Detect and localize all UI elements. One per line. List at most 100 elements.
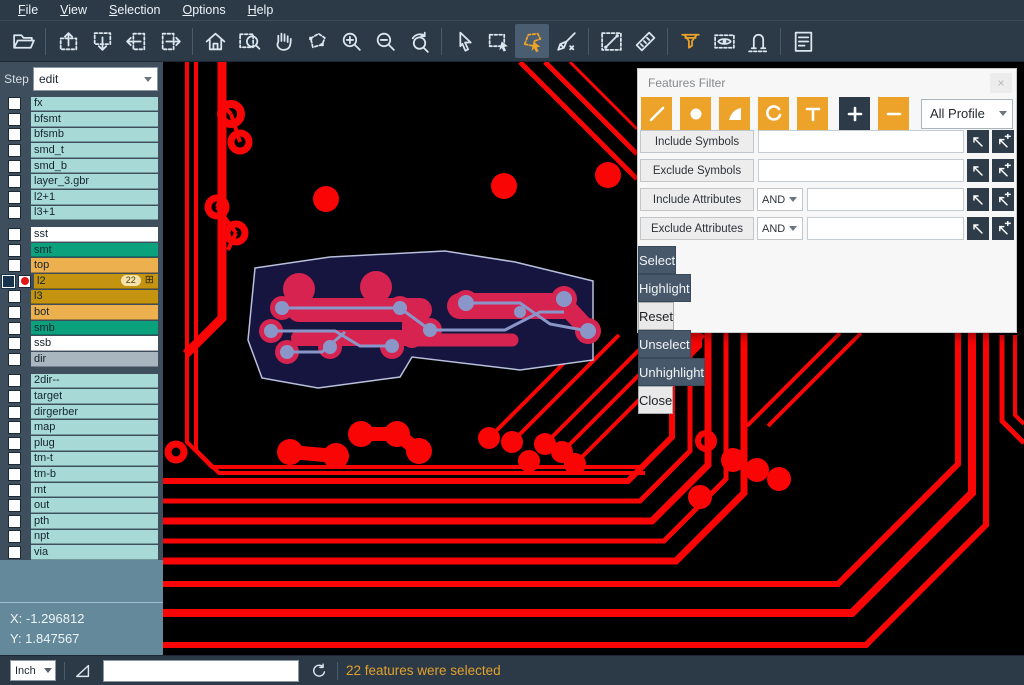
- layer-name-cell[interactable]: fx: [31, 97, 158, 112]
- layer-row[interactable]: 2dir--: [0, 373, 158, 389]
- layer-name-cell[interactable]: top: [31, 258, 158, 273]
- layer-visibility-checkbox[interactable]: [8, 322, 21, 335]
- zoom-out-button[interactable]: [368, 24, 402, 58]
- layer-name-cell[interactable]: smt: [31, 243, 158, 258]
- layer-visibility-checkbox[interactable]: [8, 306, 21, 319]
- transfer-right-button[interactable]: [153, 24, 187, 58]
- pick-from-canvas-button[interactable]: [967, 217, 989, 240]
- dialog-action-button[interactable]: Select: [638, 246, 676, 274]
- layer-name-cell[interactable]: bfsmt: [31, 112, 158, 127]
- layer-visibility-checkbox[interactable]: [8, 390, 21, 403]
- layer-name-cell[interactable]: sst: [31, 227, 158, 242]
- layer-row[interactable]: bot: [0, 305, 158, 321]
- surface-feature-button[interactable]: [719, 97, 750, 130]
- layer-row[interactable]: ssb: [0, 336, 158, 352]
- layer-visibility-checkbox[interactable]: [8, 191, 21, 204]
- filter-row-label-button[interactable]: Exclude Attributes: [640, 217, 754, 240]
- layer-visibility-checkbox[interactable]: [8, 499, 21, 512]
- menu-item[interactable]: View: [50, 0, 97, 20]
- layer-row[interactable]: smt: [0, 242, 158, 258]
- open-button[interactable]: [6, 24, 40, 58]
- layer-name-cell[interactable]: map: [31, 420, 158, 435]
- layer-visibility-checkbox[interactable]: [8, 144, 21, 157]
- layer-visibility-checkbox[interactable]: [8, 290, 21, 303]
- layer-name-cell[interactable]: l2+1: [31, 190, 158, 205]
- layer-visibility-checkbox[interactable]: [8, 175, 21, 188]
- layer-row[interactable]: top: [0, 258, 158, 274]
- layer-visibility-checkbox[interactable]: [2, 275, 15, 288]
- layer-visibility-checkbox[interactable]: [8, 515, 21, 528]
- layer-row[interactable]: pth: [0, 513, 158, 529]
- layer-row[interactable]: target: [0, 389, 158, 405]
- pick-from-canvas-button[interactable]: [967, 159, 989, 182]
- layer-visibility-checkbox[interactable]: [8, 421, 21, 434]
- filter-value-input[interactable]: [807, 188, 964, 211]
- layer-visibility-checkbox[interactable]: [8, 546, 21, 559]
- layer-name-cell[interactable]: l2 22: [34, 274, 158, 289]
- layer-row[interactable]: layer_3.gbr: [0, 174, 158, 190]
- layer-name-cell[interactable]: ssb: [31, 336, 158, 351]
- menu-item[interactable]: Help: [238, 0, 284, 20]
- layer-row[interactable]: npt: [0, 529, 158, 545]
- layer-name-cell[interactable]: mt: [31, 483, 158, 498]
- layer-row[interactable]: plug: [0, 435, 158, 451]
- layer-name-cell[interactable]: tm-b: [31, 467, 158, 482]
- layer-row[interactable]: map: [0, 420, 158, 436]
- filter-value-input[interactable]: [758, 130, 964, 153]
- layer-row[interactable]: smd_b: [0, 158, 158, 174]
- layer-name-cell[interactable]: layer_3.gbr: [31, 174, 158, 189]
- layer-row[interactable]: bfsmt: [0, 112, 158, 128]
- layer-name-cell[interactable]: plug: [31, 436, 158, 451]
- profile-select[interactable]: All Profile: [921, 99, 1013, 129]
- ruler-button[interactable]: [628, 24, 662, 58]
- home-view-button[interactable]: [198, 24, 232, 58]
- filter-row-label-button[interactable]: Include Symbols: [640, 130, 754, 153]
- remove-mode-button[interactable]: [878, 97, 909, 130]
- layer-visibility-checkbox[interactable]: [8, 437, 21, 450]
- dialog-action-button[interactable]: Highlight: [638, 274, 691, 302]
- measure-line-button[interactable]: [594, 24, 628, 58]
- layer-name-cell[interactable]: tm-t: [31, 452, 158, 467]
- layer-row[interactable]: bfsmb: [0, 127, 158, 143]
- layer-row[interactable]: mt: [0, 482, 158, 498]
- pick-add-button[interactable]: [992, 188, 1014, 211]
- layer-visibility-checkbox[interactable]: [8, 353, 21, 366]
- layer-name-cell[interactable]: smb: [31, 321, 158, 336]
- pick-add-button[interactable]: [992, 217, 1014, 240]
- menu-item[interactable]: Selection: [99, 0, 170, 20]
- layer-name-cell[interactable]: bfsmb: [31, 128, 158, 143]
- layer-name-cell[interactable]: target: [31, 389, 158, 404]
- clear-highlight-button[interactable]: [549, 24, 583, 58]
- layer-name-cell[interactable]: smd_t: [31, 143, 158, 158]
- and-or-select[interactable]: AND: [757, 217, 803, 240]
- features-filter-button[interactable]: [673, 24, 707, 58]
- layer-visibility-checkbox[interactable]: [8, 452, 21, 465]
- layer-visibility-checkbox[interactable]: [8, 228, 21, 241]
- layer-name-cell[interactable]: npt: [31, 530, 158, 545]
- command-input[interactable]: [103, 660, 299, 682]
- dialog-close-button[interactable]: ×: [990, 73, 1012, 93]
- zoom-reset-button[interactable]: [402, 24, 436, 58]
- filter-row-label-button[interactable]: Exclude Symbols: [640, 159, 754, 182]
- pad-feature-button[interactable]: [680, 97, 711, 130]
- dialog-action-button[interactable]: Close: [638, 386, 673, 414]
- snap-button[interactable]: [741, 24, 775, 58]
- menu-item[interactable]: Options: [172, 0, 235, 20]
- layer-visibility-checkbox[interactable]: [8, 468, 21, 481]
- layer-row[interactable]: out: [0, 498, 158, 514]
- layer-visibility-checkbox[interactable]: [8, 113, 21, 126]
- pick-from-canvas-button[interactable]: [967, 188, 989, 211]
- layer-name-cell[interactable]: smd_b: [31, 159, 158, 174]
- layer-name-cell[interactable]: l3: [31, 290, 158, 305]
- active-layer-indicator[interactable]: [18, 275, 31, 288]
- angle-measure-icon[interactable]: [73, 661, 93, 681]
- layer-row[interactable]: dirgerber: [0, 404, 158, 420]
- select-arrow-button[interactable]: [447, 24, 481, 58]
- pick-from-canvas-button[interactable]: [967, 130, 989, 153]
- pan-button[interactable]: [266, 24, 300, 58]
- layer-name-cell[interactable]: bot: [31, 305, 158, 320]
- pick-add-button[interactable]: [992, 130, 1014, 153]
- layer-visibility-checkbox[interactable]: [8, 244, 21, 257]
- transfer-down-button[interactable]: [85, 24, 119, 58]
- layer-row[interactable]: tm-b: [0, 467, 158, 483]
